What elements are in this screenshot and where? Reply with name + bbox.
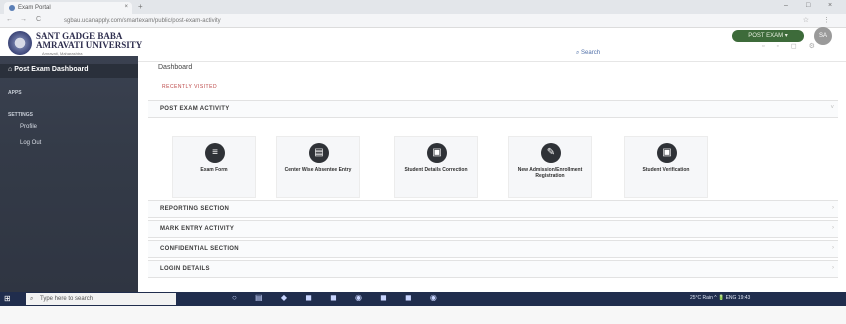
header-icons[interactable]: ▫ ◦ ◻ ⚙ <box>762 42 820 50</box>
sidebar: ⌂ Post Exam Dashboard APPS SETTINGS Prof… <box>0 56 138 292</box>
section-title: MARK ENTRY ACTIVITY <box>160 226 235 232</box>
card-student-verification[interactable]: ▣ Student Verification <box>624 136 708 198</box>
chevron-right-icon: › <box>832 265 834 271</box>
browser-tab[interactable]: Exam Portal × <box>4 2 132 14</box>
absentee-icon: ▤ <box>309 143 329 163</box>
section-confidential[interactable]: CONFIDENTIAL SECTION › <box>148 240 838 258</box>
section-title: CONFIDENTIAL SECTION <box>160 246 239 252</box>
form-icon: ≡ <box>205 143 225 163</box>
card-new-admission-registration[interactable]: ✎ New Admission/Enrollment Registration <box>508 136 592 198</box>
system-tray[interactable]: 25°C Rain ^ 🔋 ENG 19:43 <box>690 295 750 301</box>
id-card-icon: ▣ <box>427 143 447 163</box>
taskbar-search-input[interactable]: ⌕ Type here to search <box>26 293 176 305</box>
card-label: Student Details Correction <box>404 167 468 173</box>
section-title: REPORTING SECTION <box>160 206 230 212</box>
minimize-button[interactable]: – <box>784 2 788 9</box>
chevron-right-icon: › <box>832 205 834 211</box>
sidebar-heading-apps: APPS <box>8 90 22 96</box>
start-button[interactable]: ⊞ <box>4 294 11 303</box>
chevron-down-icon: ˅ <box>830 105 834 111</box>
avatar[interactable]: SA <box>814 27 832 45</box>
card-center-wise-absentee-entry[interactable]: ▤ Center Wise Absentee Entry <box>276 136 360 198</box>
search-icon: ⌕ <box>30 296 34 302</box>
chevron-right-icon: › <box>832 225 834 231</box>
verification-icon: ▣ <box>657 143 677 163</box>
role-dropdown-button[interactable]: POST EXAM ▾ <box>732 30 804 42</box>
taskbar-app-icons[interactable]: ○ ▤ ◆ ◼ ◼ ◉ ◼ ◼ ◉ <box>232 293 445 302</box>
section-login-details[interactable]: LOGIN DETAILS › <box>148 260 838 278</box>
section-reporting[interactable]: REPORTING SECTION › <box>148 200 838 218</box>
favicon-icon <box>9 5 15 11</box>
breadcrumb[interactable]: Dashboard <box>158 64 192 71</box>
sidebar-item-logout[interactable]: Log Out <box>20 140 41 146</box>
search-label: Search <box>581 50 601 56</box>
university-name: SANT GADGE BABA AMRAVATI UNIVERSITY <box>36 32 142 50</box>
section-mark-entry-activity[interactable]: MARK ENTRY ACTIVITY › <box>148 220 838 238</box>
maximize-button[interactable]: □ <box>806 2 810 9</box>
main-content: Dashboard RECENTLY VISITED POST EXAM ACT… <box>148 60 838 292</box>
sidebar-item-profile[interactable]: Profile <box>20 124 37 130</box>
card-label: Center Wise Absentee Entry <box>284 167 352 173</box>
browser-tabstrip: Exam Portal × + – □ × <box>0 0 846 14</box>
bookmark-menu-icons[interactable]: ☆ ⋮ <box>803 16 836 24</box>
taskbar-search-placeholder: Type here to search <box>40 296 94 302</box>
address-bar: ← → C sgbau.ucanapply.com/smartexam/publ… <box>0 14 846 28</box>
card-label: Exam Form <box>200 167 228 173</box>
close-window-button[interactable]: × <box>828 2 832 9</box>
card-student-details-correction[interactable]: ▣ Student Details Correction <box>394 136 478 198</box>
search-button[interactable]: ⌕ Search <box>576 50 600 57</box>
back-button[interactable]: ← <box>6 16 13 23</box>
card-exam-form[interactable]: ≡ Exam Form <box>172 136 256 198</box>
windows-taskbar: ⊞ ⌕ Type here to search ○ ▤ ◆ ◼ ◼ ◉ ◼ ◼ … <box>0 292 846 306</box>
sidebar-active-label: ⌂ Post Exam Dashboard <box>8 66 89 73</box>
sidebar-heading-settings: SETTINGS <box>8 112 34 118</box>
new-tab-button[interactable]: + <box>138 2 143 11</box>
section-title: POST EXAM ACTIVITY <box>160 106 230 112</box>
tab-title: Exam Portal <box>18 5 51 11</box>
chevron-right-icon: › <box>832 245 834 251</box>
card-label: New Admission/Enrollment Registration <box>517 167 583 179</box>
card-label: Student Verification <box>642 167 690 173</box>
forward-button[interactable]: → <box>20 16 27 23</box>
clipboard-icon: ✎ <box>541 143 561 163</box>
page-margin <box>0 306 846 324</box>
section-post-exam-activity[interactable]: POST EXAM ACTIVITY ˅ <box>148 100 838 118</box>
sidebar-item-post-exam-dashboard[interactable]: ⌂ Post Exam Dashboard <box>0 64 138 78</box>
section-title: LOGIN DETAILS <box>160 266 210 272</box>
university-logo <box>8 31 32 55</box>
tab-close-icon[interactable]: × <box>124 4 128 10</box>
url-input[interactable]: sgbau.ucanapply.com/smartexam/public/pos… <box>58 16 758 26</box>
recently-visited-label[interactable]: RECENTLY VISITED <box>162 84 217 90</box>
reload-button[interactable]: C <box>36 16 41 23</box>
sidebar-active-text: Post Exam Dashboard <box>14 66 89 73</box>
university-name-line2: AMRAVATI UNIVERSITY <box>36 40 143 50</box>
